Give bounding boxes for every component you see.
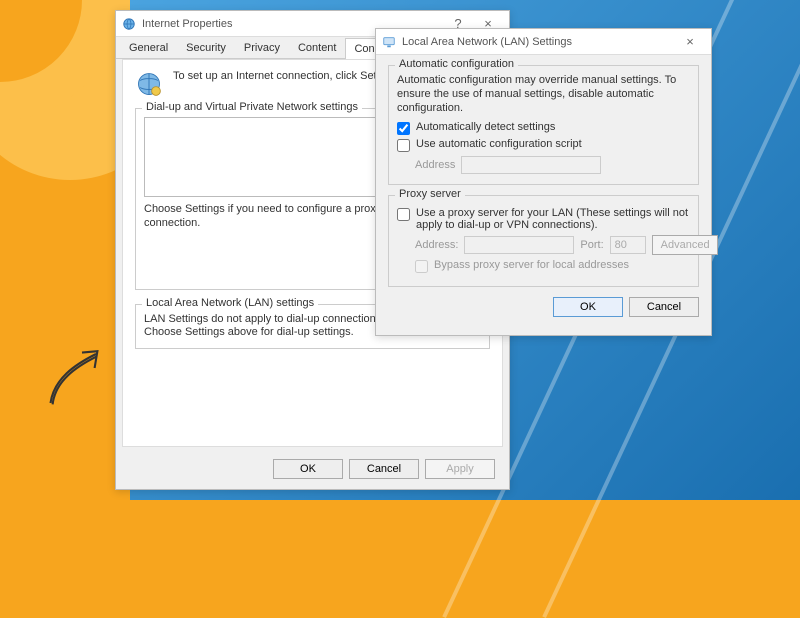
advanced-button[interactable]: Advanced	[652, 235, 718, 255]
dialup-legend: Dial-up and Virtual Private Network sett…	[142, 101, 362, 113]
proxy-address-label: Address:	[415, 239, 458, 251]
auto-detect-input[interactable]	[397, 122, 410, 135]
proxy-port-label: Port:	[580, 239, 603, 251]
proxy-legend: Proxy server	[395, 188, 465, 200]
cancel-button[interactable]: Cancel	[349, 459, 419, 479]
lan-legend: Local Area Network (LAN) settings	[142, 297, 318, 309]
proxy-server-group: Proxy server Use a proxy server for your…	[388, 195, 699, 287]
window-title: Internet Properties	[142, 18, 233, 30]
window-title: Local Area Network (LAN) Settings	[402, 36, 572, 48]
close-button[interactable]: ×	[675, 34, 705, 49]
bypass-input	[415, 260, 428, 273]
decorative-arrow-icon	[40, 340, 110, 410]
use-proxy-checkbox[interactable]: Use a proxy server for your LAN (These s…	[397, 207, 690, 231]
auto-detect-checkbox[interactable]: Automatically detect settings	[397, 121, 690, 135]
automatic-config-group: Automatic configuration Automatic config…	[388, 65, 699, 185]
script-address-input	[461, 156, 601, 174]
apply-button[interactable]: Apply	[425, 459, 495, 479]
titlebar[interactable]: Local Area Network (LAN) Settings ×	[376, 29, 711, 55]
setup-instruction: To set up an Internet connection, click …	[173, 70, 392, 98]
connections-listbox[interactable]	[144, 117, 403, 197]
dialog-buttons: OK Cancel	[388, 297, 699, 317]
use-proxy-input[interactable]	[397, 208, 410, 221]
auto-desc: Automatic configuration may override man…	[397, 74, 690, 115]
ok-button[interactable]: OK	[273, 459, 343, 479]
lan-caption: LAN Settings do not apply to dial-up con…	[144, 313, 393, 341]
internet-options-icon	[122, 17, 136, 31]
auto-legend: Automatic configuration	[395, 58, 518, 70]
tab-content[interactable]: Content	[289, 37, 346, 58]
tab-general[interactable]: General	[120, 37, 177, 58]
proxy-address-input	[464, 236, 574, 254]
auto-script-input[interactable]	[397, 139, 410, 152]
lan-settings-dialog: Local Area Network (LAN) Settings × Auto…	[375, 28, 712, 336]
tab-security[interactable]: Security	[177, 37, 235, 58]
network-icon	[382, 35, 396, 49]
bypass-checkbox: Bypass proxy server for local addresses	[415, 259, 690, 273]
cancel-button[interactable]: Cancel	[629, 297, 699, 317]
ok-button[interactable]: OK	[553, 297, 623, 317]
script-address-label: Address	[415, 159, 455, 171]
tab-privacy[interactable]: Privacy	[235, 37, 289, 58]
auto-script-checkbox[interactable]: Use automatic configuration script	[397, 138, 690, 152]
globe-icon	[135, 70, 163, 98]
proxy-port-input	[610, 236, 646, 254]
dialog-buttons: OK Cancel Apply	[273, 459, 495, 479]
